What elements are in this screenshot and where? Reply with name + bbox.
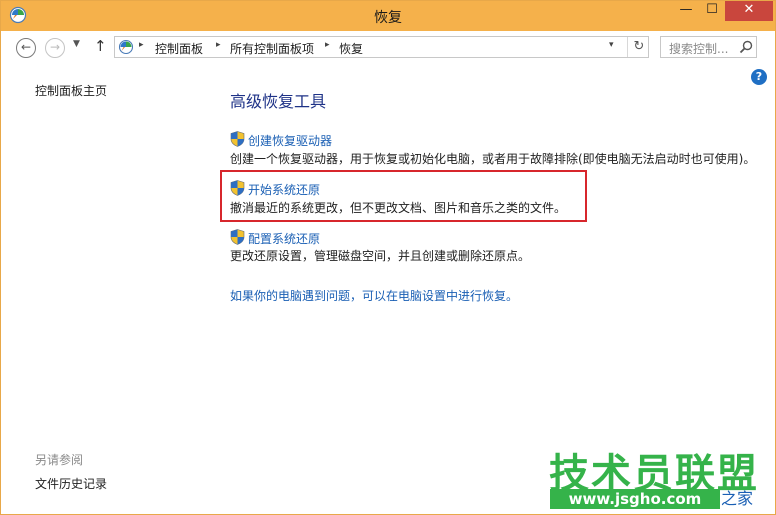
up-button[interactable]: ↑ <box>94 37 107 55</box>
search-input[interactable]: 搜索控制... <box>660 36 757 58</box>
sidebar-see-also-heading: 另请参阅 <box>35 453 84 467</box>
uac-shield-icon <box>230 131 245 147</box>
title-bar[interactable]: 恢复 — ☐ ✕ <box>1 1 775 31</box>
help-icon[interactable]: ? <box>751 69 767 85</box>
watermark-tail-text: 之家 <box>721 489 754 508</box>
window-frame: 恢复 — ☐ ✕ ← → ▼ ↑ ▸ 控制面板 ▸ 所有控制面板项 ▸ 恢复 ▾… <box>0 0 776 515</box>
create-recovery-drive-link[interactable]: 创建恢复驱动器 <box>248 132 332 149</box>
maximize-button[interactable]: ☐ <box>699 1 725 21</box>
search-placeholder: 搜索控制... <box>669 42 729 56</box>
configure-system-restore-description: 更改还原设置，管理磁盘空间，并且创建或删除还原点。 <box>230 249 531 263</box>
sidebar-item-control-panel-home[interactable]: 控制面板主页 <box>35 82 107 99</box>
close-button[interactable]: ✕ <box>725 1 773 21</box>
watermark-url: www.jsgho.com <box>550 489 720 509</box>
breadcrumb-separator[interactable]: ▸ <box>325 40 330 50</box>
create-recovery-drive-description: 创建一个恢复驱动器，用于恢复或初始化电脑，或者用于故障排除(即使电脑无法启动时也… <box>230 152 756 166</box>
pc-settings-recovery-link[interactable]: 如果你的电脑遇到问题，可以在电脑设置中进行恢复。 <box>230 287 518 304</box>
control-panel-icon <box>118 39 134 55</box>
search-icon[interactable] <box>739 40 753 54</box>
window-title: 恢复 <box>374 10 402 26</box>
highlight-box <box>220 170 587 222</box>
breadcrumb-separator[interactable]: ▸ <box>216 40 221 50</box>
breadcrumb-all-items[interactable]: 所有控制面板项 <box>230 40 314 57</box>
back-button[interactable]: ← <box>16 38 36 58</box>
navigation-bar: ← → ▼ ↑ ▸ 控制面板 ▸ 所有控制面板项 ▸ 恢复 ▾ ↻ 搜索控制..… <box>1 31 775 65</box>
forward-button[interactable]: → <box>45 38 65 58</box>
uac-shield-icon <box>230 229 245 245</box>
address-bar[interactable]: ▸ 控制面板 ▸ 所有控制面板项 ▸ 恢复 ▾ ↻ <box>114 36 649 58</box>
sidebar-item-file-history[interactable]: 文件历史记录 <box>35 475 107 492</box>
breadcrumb-recovery[interactable]: 恢复 <box>339 40 363 57</box>
configure-system-restore-link[interactable]: 配置系统还原 <box>248 230 320 247</box>
breadcrumb-control-panel[interactable]: 控制面板 <box>155 40 203 57</box>
refresh-button[interactable]: ↻ <box>627 37 650 57</box>
minimize-button[interactable]: — <box>673 1 699 21</box>
recent-locations-button[interactable]: ▼ <box>73 39 80 49</box>
address-dropdown-button[interactable]: ▾ <box>609 40 614 50</box>
page-title: 高级恢复工具 <box>230 92 327 111</box>
breadcrumb-separator: ▸ <box>139 40 144 50</box>
